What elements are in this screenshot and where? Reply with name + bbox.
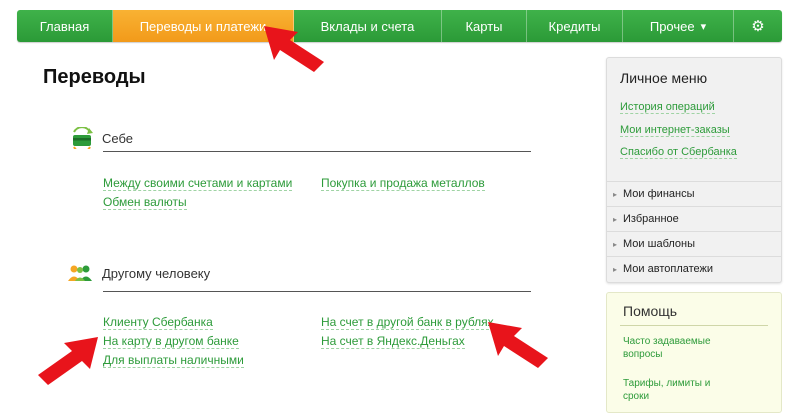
- link-metals-trade[interactable]: Покупка и продажа металлов: [321, 176, 485, 191]
- link-currency-exchange[interactable]: Обмен валюты: [103, 195, 187, 210]
- nav-tab-label: Кредиты: [548, 18, 601, 34]
- chevron-down-icon: ▾: [700, 20, 707, 33]
- link-account-other-bank-rub[interactable]: На счет в другой банк в рублях: [321, 315, 494, 330]
- menu-item-my-templates[interactable]: ▸ Мои шаблоны: [607, 231, 781, 256]
- section-self-header: Себе: [70, 127, 133, 149]
- gear-icon: ⚙: [751, 18, 765, 35]
- link-sberbank-client[interactable]: Клиенту Сбербанка: [103, 315, 213, 330]
- red-arrow-icon: [264, 26, 324, 72]
- people-icon: [68, 265, 92, 281]
- nav-tab-label: Вклады и счета: [320, 18, 415, 34]
- nav-tab-credits[interactable]: Кредиты: [527, 10, 623, 42]
- help-title: Помощь: [623, 303, 678, 319]
- top-navigation: Главная Переводы и платежи Вклады и счет…: [17, 10, 782, 42]
- page-title: Переводы: [43, 66, 146, 88]
- link-yandex-money[interactable]: На счет в Яндекс.Деньгах: [321, 334, 465, 349]
- nav-tab-other[interactable]: Прочее ▾: [623, 10, 734, 42]
- menu-item-label: Мои автоплатежи: [623, 263, 714, 275]
- nav-tab-home[interactable]: Главная: [17, 10, 113, 42]
- link-tariffs-limits[interactable]: Тарифы, лимиты и сроки: [623, 377, 723, 403]
- help-panel: Помощь Часто задаваемые вопросы Тарифы, …: [606, 292, 782, 413]
- link-thanks-sberbank[interactable]: Спасибо от Сбербанка: [620, 146, 737, 159]
- nav-tab-label: Главная: [39, 18, 90, 34]
- link-operation-history[interactable]: История операций: [620, 101, 715, 114]
- section-other-title: Другому человеку: [102, 265, 211, 281]
- chevron-right-icon: ▸: [613, 264, 618, 274]
- chevron-right-icon: ▸: [613, 239, 618, 249]
- link-cash-payout[interactable]: Для выплаты наличными: [103, 353, 244, 368]
- link-between-own-accounts[interactable]: Между своими счетами и картами: [103, 176, 293, 191]
- personal-menu-panel: Личное меню История операций Мои интерне…: [606, 57, 782, 283]
- menu-item-label: Мои финансы: [623, 188, 695, 200]
- link-internet-orders[interactable]: Мои интернет-заказы: [620, 124, 730, 137]
- nav-tab-cards[interactable]: Карты: [442, 10, 527, 42]
- settings-button[interactable]: ⚙: [734, 10, 782, 42]
- nav-tab-label: Переводы и платежи: [139, 18, 267, 34]
- chevron-right-icon: ▸: [613, 214, 618, 224]
- menu-item-label: Избранное: [623, 213, 679, 225]
- nav-tab-label: Прочее: [649, 18, 695, 34]
- help-divider: [620, 325, 768, 326]
- red-arrow-icon: [38, 337, 98, 385]
- section-divider: [103, 151, 531, 152]
- link-card-other-bank[interactable]: На карту в другом банке: [103, 334, 239, 349]
- menu-item-favorites[interactable]: ▸ Избранное: [607, 206, 781, 231]
- section-self-title: Себе: [102, 130, 134, 146]
- nav-tab-label: Карты: [465, 18, 503, 34]
- section-other-header: Другому человеку: [66, 264, 210, 282]
- section-divider: [103, 291, 531, 292]
- menu-item-my-finances[interactable]: ▸ Мои финансы: [607, 181, 781, 206]
- menu-item-autopayments[interactable]: ▸ Мои автоплатежи: [607, 256, 781, 281]
- red-arrow-icon: [488, 322, 548, 368]
- personal-menu-title: Личное меню: [620, 70, 708, 86]
- link-faq[interactable]: Часто задаваемые вопросы: [623, 335, 733, 361]
- chevron-right-icon: ▸: [613, 189, 618, 199]
- self-transfer-icon: [73, 127, 93, 149]
- menu-item-label: Мои шаблоны: [623, 238, 696, 250]
